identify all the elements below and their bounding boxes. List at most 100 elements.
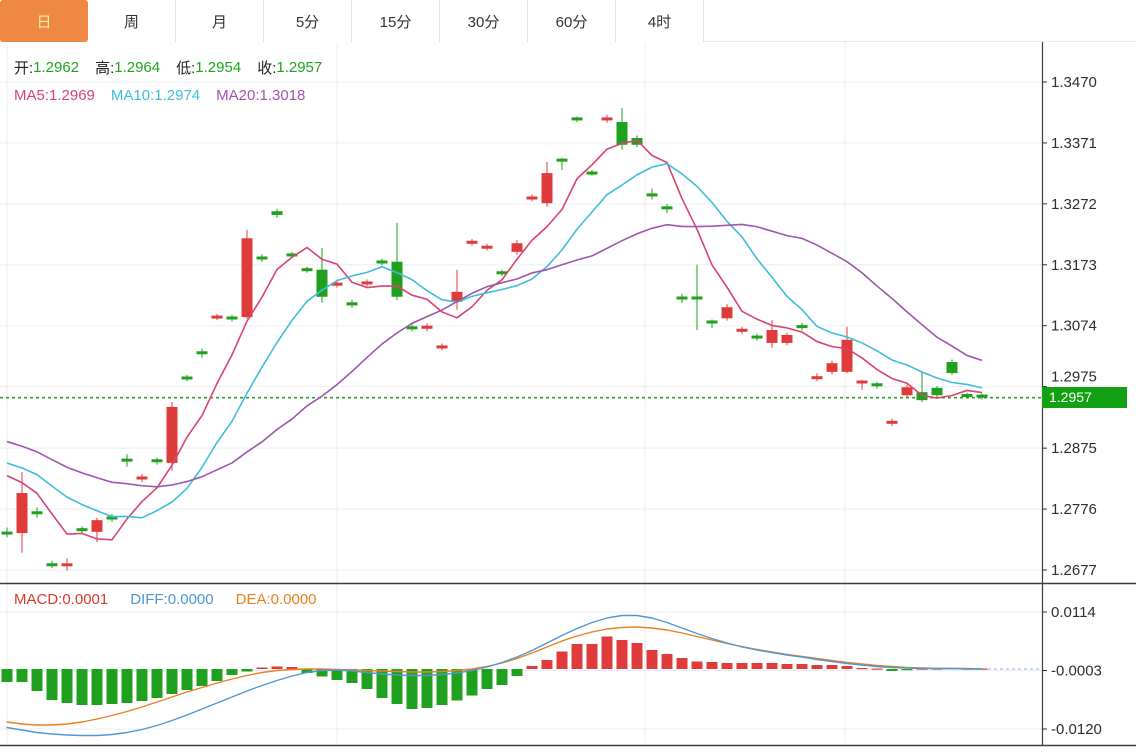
candle-body [467, 241, 478, 244]
candle [227, 315, 238, 322]
period-tab-bar: 日周月5分15分30分60分4时 [0, 0, 1136, 42]
tab-30min[interactable]: 30分 [440, 0, 528, 42]
candle-body [617, 122, 628, 145]
candle-body [707, 321, 718, 324]
candle-body [242, 238, 253, 317]
candle-body [347, 302, 358, 305]
candle [212, 314, 223, 320]
candle-body [32, 511, 43, 514]
tab-4hour[interactable]: 4时 [616, 0, 704, 42]
macd-bar [857, 668, 868, 669]
candle [467, 239, 478, 246]
macd-bar [512, 669, 523, 676]
candle-body [677, 297, 688, 300]
candle-body [182, 377, 193, 380]
macd-bar [227, 669, 238, 675]
candle-body [167, 407, 178, 463]
candle [827, 361, 838, 375]
candle [722, 304, 733, 321]
price-tick-label: 1.3470 [1051, 74, 1097, 91]
candle [422, 323, 433, 331]
candle-body [377, 261, 388, 264]
candle [17, 472, 28, 553]
macd-bar [182, 669, 193, 690]
candle-body [407, 326, 418, 329]
candle [677, 294, 688, 303]
candle [542, 162, 553, 207]
candle-body [887, 421, 898, 424]
candle [182, 375, 193, 381]
grid-layer [0, 42, 1042, 745]
candle [2, 528, 13, 538]
candle-body [647, 193, 658, 196]
tab-day[interactable]: 日 [0, 0, 88, 42]
price-tick-label: 1.3371 [1051, 135, 1097, 152]
macd-bar [542, 660, 553, 669]
candle [737, 327, 748, 334]
candle [242, 230, 253, 319]
macd-bar [812, 665, 823, 669]
candle [692, 265, 703, 330]
candle [482, 244, 493, 251]
price-tick-label: 1.2677 [1051, 562, 1097, 579]
candle-body [872, 383, 883, 386]
candle-body [977, 395, 988, 398]
candle-body [842, 340, 853, 372]
candle-body [827, 363, 838, 372]
candle [77, 526, 88, 533]
macd-bar [257, 668, 268, 670]
macd-bar [212, 669, 223, 681]
candle [602, 115, 613, 123]
candle-body [197, 351, 208, 354]
macd-bar [2, 669, 13, 682]
candle-body [692, 297, 703, 300]
macd-tick-label: -0.0120 [1051, 721, 1102, 738]
chart-canvas[interactable]: 1.34701.33711.32721.31731.30741.29751.28… [0, 0, 1136, 752]
candle-body [902, 387, 913, 395]
candle-body [662, 206, 673, 209]
candle-body [17, 493, 28, 533]
price-tick-label: 1.2776 [1051, 501, 1097, 518]
ma5-line [7, 140, 982, 540]
macd-bar [797, 664, 808, 669]
candle [707, 320, 718, 329]
tab-week[interactable]: 周 [88, 0, 176, 42]
candle [662, 204, 673, 213]
candle-body [512, 243, 523, 252]
candle-body [62, 563, 73, 566]
candle [872, 382, 883, 389]
candle-body [557, 159, 568, 162]
candle-body [47, 563, 58, 566]
candle-body [962, 394, 973, 397]
macd-bar [782, 664, 793, 669]
tab-month[interactable]: 月 [176, 0, 264, 42]
candle-body [212, 316, 223, 319]
macd-bar [167, 669, 178, 694]
macd-bar [827, 665, 838, 669]
macd-bar [737, 663, 748, 669]
candle [947, 360, 958, 375]
price-tick-label: 1.2875 [1051, 440, 1097, 457]
candle-body [362, 281, 373, 284]
candle-body [782, 335, 793, 343]
tab-60min[interactable]: 60分 [528, 0, 616, 42]
tab-15min[interactable]: 15分 [352, 0, 440, 42]
macd-bar [527, 666, 538, 669]
candle [302, 267, 313, 273]
candle-body [527, 197, 538, 200]
candle-body [437, 345, 448, 348]
macd-bar [662, 654, 673, 669]
candle [647, 188, 658, 199]
candle [512, 240, 523, 255]
macd-bar [47, 669, 58, 700]
price-tick-label: 1.3272 [1051, 196, 1097, 213]
candle-body [767, 330, 778, 343]
tab-5min[interactable]: 5分 [264, 0, 352, 42]
candle [527, 195, 538, 202]
macd-tick-label: 0.0114 [1051, 604, 1096, 621]
candle [797, 323, 808, 331]
candle-body [257, 257, 268, 260]
macd-bar [197, 669, 208, 686]
candle [347, 300, 358, 308]
candle [272, 209, 283, 218]
